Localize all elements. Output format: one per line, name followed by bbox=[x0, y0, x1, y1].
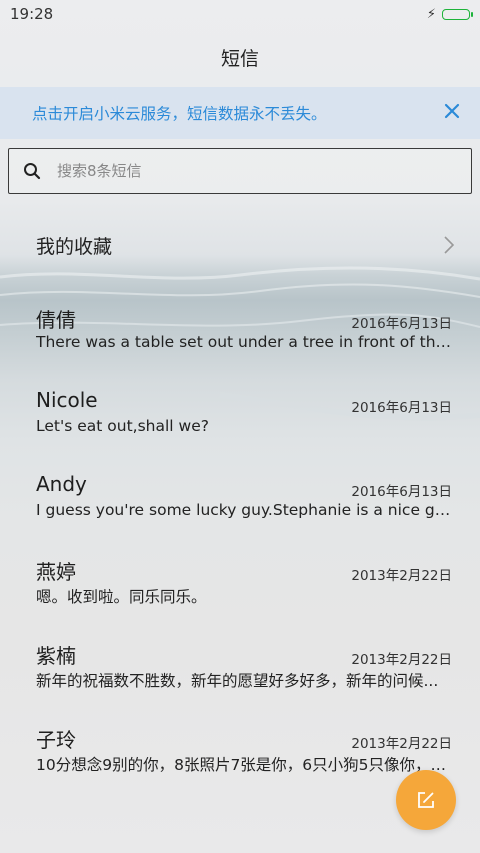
message-preview: Let's eat out,shall we? bbox=[36, 417, 209, 435]
conversation-row[interactable]: 倩倩 2016年6月13日 There was a table set out … bbox=[0, 296, 480, 380]
compose-button[interactable] bbox=[396, 770, 456, 830]
contact-name: 燕婷 bbox=[36, 560, 76, 584]
compose-icon bbox=[418, 792, 434, 808]
page-title: 短信 bbox=[220, 48, 259, 70]
battery-icon bbox=[442, 8, 473, 20]
conversation-row[interactable]: 燕婷 2013年2月22日 嗯。收到啦。同乐同乐。 bbox=[0, 548, 480, 632]
message-date: 2016年6月13日 bbox=[351, 316, 452, 332]
contact-name: 紫楠 bbox=[36, 644, 76, 668]
status-time: 19:28 bbox=[10, 5, 54, 23]
charging-bolt-icon: ⚡ bbox=[426, 6, 436, 22]
message-preview: 嗯。收到啦。同乐同乐。 bbox=[36, 588, 207, 606]
close-icon[interactable] bbox=[440, 102, 464, 124]
message-date: 2013年2月22日 bbox=[351, 568, 452, 584]
message-date: 2013年2月22日 bbox=[351, 736, 452, 752]
message-preview: 新年的祝福数不胜数，新年的愿望好多好多，新年的问候... bbox=[36, 672, 439, 690]
conversation-row[interactable]: 紫楠 2013年2月22日 新年的祝福数不胜数，新年的愿望好多好多，新年的问候.… bbox=[0, 632, 480, 716]
message-preview: 10分想念9别的你，8张照片7张是你，6只小狗5只像你，4... bbox=[36, 756, 452, 774]
message-date: 2016年6月13日 bbox=[351, 484, 452, 500]
chevron-right-icon bbox=[444, 236, 454, 254]
message-preview: There was a table set out under a tree i… bbox=[36, 333, 452, 351]
banner-text[interactable]: 点击开启小米云服务，短信数据永不丢失。 bbox=[32, 102, 327, 124]
search-input[interactable] bbox=[55, 161, 439, 181]
conversation-row[interactable]: Nicole 2016年6月13日 Let's eat out,shall we… bbox=[0, 380, 480, 464]
status-bar: 19:28 ⚡ bbox=[0, 0, 480, 28]
contact-name: Andy bbox=[36, 472, 87, 496]
contact-name: 倩倩 bbox=[36, 308, 76, 332]
favorites-label: 我的收藏 bbox=[36, 235, 113, 258]
conversation-list: 倩倩 2016年6月13日 There was a table set out … bbox=[0, 296, 480, 800]
contact-name: 子玲 bbox=[36, 728, 76, 752]
cloud-service-banner[interactable]: 点击开启小米云服务，短信数据永不丢失。 bbox=[0, 87, 480, 139]
message-date: 2016年6月13日 bbox=[351, 400, 452, 416]
conversation-row[interactable]: Andy 2016年6月13日 I guess you're some luck… bbox=[0, 464, 480, 548]
message-date: 2013年2月22日 bbox=[351, 652, 452, 668]
search-icon bbox=[24, 163, 41, 180]
contact-name: Nicole bbox=[36, 388, 98, 412]
message-preview: I guess you're some lucky guy.Stephanie … bbox=[36, 501, 452, 519]
search-box[interactable] bbox=[8, 148, 472, 194]
favorites-row[interactable]: 我的收藏 bbox=[0, 220, 480, 270]
